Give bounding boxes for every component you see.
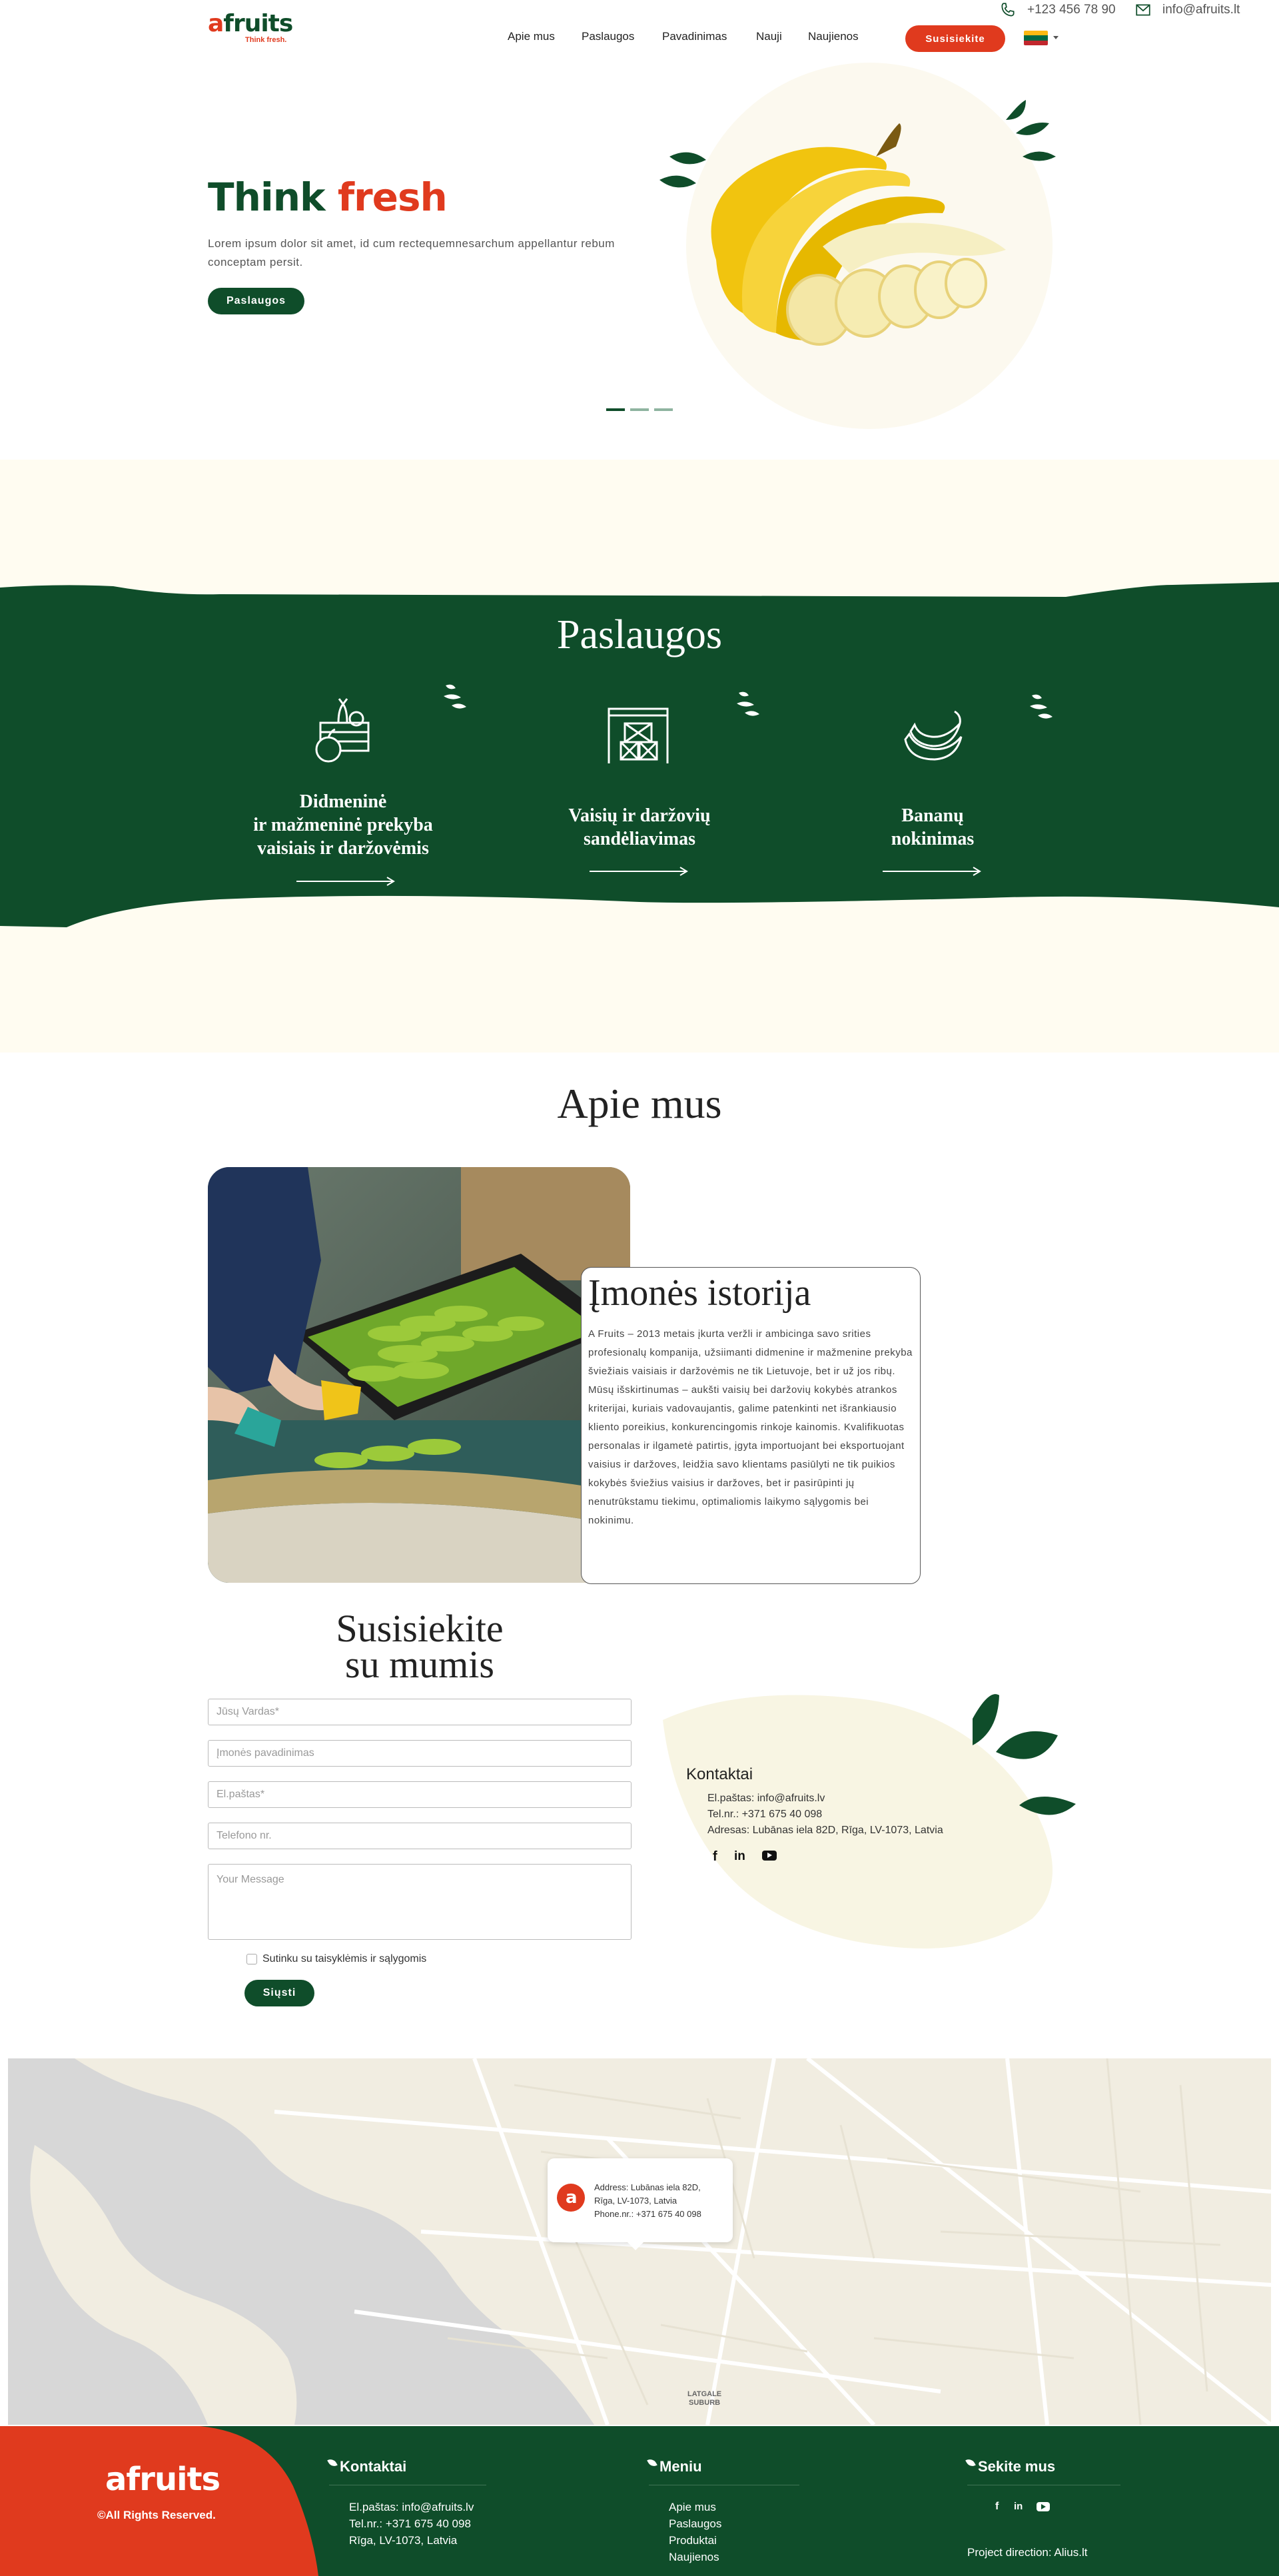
youtube-icon[interactable] <box>1037 2502 1050 2511</box>
mail-icon <box>1136 4 1150 16</box>
arrow-right-icon <box>296 877 395 886</box>
footer-menu-paslaugos[interactable]: Paslaugos <box>669 2515 721 2532</box>
footer-menu-naujienos[interactable]: Naujienos <box>669 2549 721 2565</box>
slider-dot-3[interactable] <box>654 408 673 411</box>
footer-contacts-heading: Kontaktai <box>340 2458 407 2475</box>
footer-phone[interactable]: Tel.nr.: +371 675 40 098 <box>349 2515 474 2532</box>
map-district-label: LATGALE SUBURB <box>687 2390 722 2407</box>
phone-icon <box>1001 3 1015 17</box>
phone-input[interactable]: Telefono nr. <box>208 1823 632 1849</box>
language-selector[interactable] <box>1024 31 1060 47</box>
contact-heading-line2: su mumis <box>345 1643 494 1686</box>
leaf-decor-icon <box>444 684 466 709</box>
topbar-email-text: info@afruits.lt <box>1162 3 1240 17</box>
service-card-2[interactable]: Vaisių ir daržovių sandėliavimas <box>516 679 763 893</box>
hero-title-think: Think <box>208 175 326 220</box>
banana-icon <box>904 710 963 761</box>
contacts-phone[interactable]: Tel.nr.: +371 675 40 098 <box>707 1807 943 1823</box>
footer-email[interactable]: El.paštas: info@afruits.lv <box>349 2499 474 2515</box>
company-history-title: Įmonės istorija <box>588 1272 811 1314</box>
banana-illustration <box>659 100 1056 346</box>
topbar-email[interactable]: info@afruits.lt <box>1134 1 1240 19</box>
map-address-2: Rīga, LV-1073, Latvia <box>594 2196 677 2206</box>
arrow-right-icon <box>883 867 981 876</box>
warehouse-icon <box>608 707 669 763</box>
site-logo[interactable]: aafruitsfruits Think fresh. <box>208 11 294 51</box>
service-title-3: Bananų nokinimas <box>891 805 975 849</box>
map-pin-icon: a <box>557 2184 585 2212</box>
contact-heading-line1: Susisiekite <box>336 1607 504 1650</box>
footer-menu-heading: Meniu <box>659 2458 702 2475</box>
service-card-1[interactable]: Didmeninė ir mažmeninė prekyba vaisiais … <box>220 679 466 893</box>
hero-slider-dots <box>606 408 673 411</box>
name-input[interactable]: Jūsų Vardas* <box>208 1699 632 1725</box>
facebook-icon[interactable]: f <box>995 2501 999 2513</box>
arrow-right-icon <box>590 867 688 876</box>
linkedin-icon[interactable]: in <box>734 1849 745 1864</box>
fruit-crate-icon <box>315 698 370 763</box>
service-title-1: Didmeninė ir mažmeninė prekyba vaisiais … <box>253 791 433 859</box>
contacts-email[interactable]: El.paštas: info@afruits.lv <box>707 1791 943 1807</box>
terms-label: Sutinku su taisyklėmis ir sąlygomis <box>262 1953 427 1964</box>
map-address-1: Address: Lubānas iela 82D, <box>594 2182 701 2192</box>
contacts-info: El.paštas: info@afruits.lv Tel.nr.: +371… <box>707 1791 943 1839</box>
footer-menu-list: Apie mus Paslaugos Produktai Naujienos <box>669 2499 721 2565</box>
submit-button[interactable]: Siųsti <box>244 1980 314 2006</box>
slider-dot-2[interactable] <box>630 408 649 411</box>
slider-dot-1[interactable] <box>606 408 625 411</box>
hero-services-button[interactable]: Paslaugos <box>208 288 304 314</box>
company-history-text: A Fruits – 2013 metais įkurta veržli ir … <box>588 1328 913 1526</box>
company-input[interactable]: Įmonės pavadinimas <box>208 1740 632 1767</box>
nav-pavadinimas[interactable]: Pavadinimas <box>662 30 727 43</box>
services-heading: Paslaugos <box>557 612 722 657</box>
footer-menu-apie-mus[interactable]: Apie mus <box>669 2499 721 2515</box>
email-input[interactable]: El.paštas* <box>208 1781 632 1808</box>
footer-contacts-list: El.paštas: info@afruits.lv Tel.nr.: +371… <box>349 2499 474 2549</box>
lithuania-flag-icon <box>1024 31 1048 45</box>
footer-logo[interactable]: afruits <box>105 2461 220 2498</box>
nav-apie-mus[interactable]: Apie mus <box>508 30 555 43</box>
footer-menu-produktai[interactable]: Produktai <box>669 2532 721 2549</box>
topbar-phone[interactable]: +123 456 78 90 <box>999 1 1116 19</box>
facebook-icon[interactable]: f <box>713 1849 717 1865</box>
contacts-heading: Kontaktai <box>686 1765 753 1783</box>
footer-follow-heading: Sekite mus <box>978 2458 1056 2475</box>
footer-rights: ©All Rights Reserved. <box>97 2509 216 2521</box>
nav-nauji[interactable]: Nauji <box>756 30 782 43</box>
map-phone: Phone.nr.: +371 675 40 098 <box>594 2209 701 2219</box>
service-card-3[interactable]: Bananų nokinimas <box>809 679 1056 893</box>
service-title-2: Vaisių ir daržovių sandėliavimas <box>568 805 711 849</box>
nav-paslaugos[interactable]: Paslaugos <box>582 30 634 43</box>
about-photo <box>208 1167 630 1583</box>
hero-title: Think fresh <box>208 175 448 220</box>
map-info-popup: a Address: Lubānas iela 82D, Rīga, LV-10… <box>548 2158 733 2250</box>
contact-heading: Susisiekite su mumis <box>208 1607 632 1686</box>
terms-checkbox[interactable] <box>246 1954 257 1964</box>
nav-naujienos[interactable]: Naujienos <box>808 30 859 43</box>
linkedin-icon[interactable]: in <box>1014 2501 1023 2512</box>
footer-red-shape <box>0 2426 318 2576</box>
footer-address: Rīga, LV-1073, Latvia <box>349 2534 458 2547</box>
leaf-decor-icon <box>1030 694 1053 719</box>
youtube-icon[interactable] <box>762 1851 777 1861</box>
contact-cta-button[interactable]: Susisiekite <box>905 25 1005 52</box>
contacts-social: f in <box>710 1849 790 1865</box>
topbar-phone-text: +123 456 78 90 <box>1027 3 1116 17</box>
company-history-card: Įmonės istorija A Fruits – 2013 metais į… <box>581 1267 921 1584</box>
hero-title-fresh: fresh <box>337 175 448 220</box>
chevron-down-icon <box>1053 36 1059 39</box>
logo-tagline: Think fresh. <box>245 36 287 44</box>
contacts-address: Adresas: Lubānas iela 82D, Rīga, LV-1073… <box>707 1825 943 1836</box>
footer-social: f in <box>993 2501 1072 2514</box>
leaf-decor-icon <box>737 691 759 716</box>
footer-project-direction[interactable]: Project direction: Alius.lt <box>967 2544 1087 2561</box>
about-heading: Apie mus <box>557 1080 722 1127</box>
top-bar: +123 456 78 90 info@afruits.lt <box>0 0 1279 19</box>
message-textarea[interactable]: Your Message <box>208 1864 632 1940</box>
hero-text: Lorem ipsum dolor sit amet, id cum recte… <box>208 237 615 268</box>
